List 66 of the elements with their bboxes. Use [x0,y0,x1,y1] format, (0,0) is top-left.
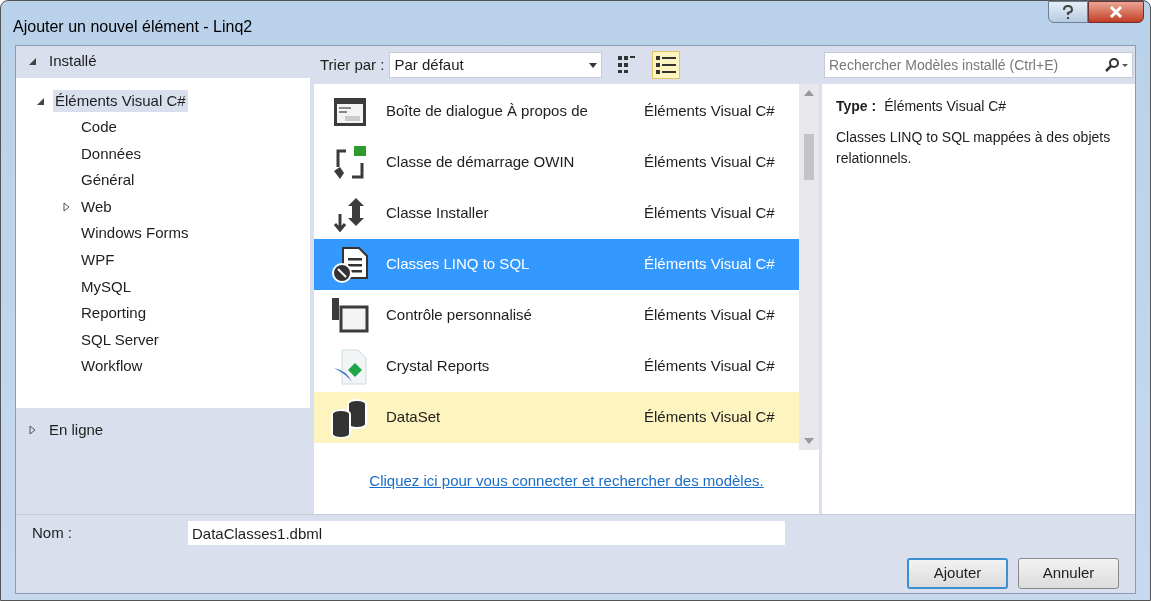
list-view-button[interactable] [652,51,681,79]
control-icon [331,296,369,335]
tree-item[interactable]: Éléments Visual C# [53,89,188,113]
expand-arrow-icon[interactable] [28,425,37,435]
dialog-button[interactable]: Annuler [1018,558,1119,589]
expand-arrow-icon[interactable] [36,96,45,106]
tree-item[interactable]: SQL Server [79,328,161,352]
template-row[interactable]: Boîte de dialogue À propos de Éléments Visual C# [314,86,799,137]
database-icon [330,397,370,438]
scrollbar[interactable] [799,84,819,450]
template-name: Contrôle personnalisé [386,305,533,326]
dialog-window-icon [333,96,367,127]
template-category: Éléments Visual C# [644,254,775,275]
tree-item[interactable]: WPF [79,249,117,272]
template-category: Éléments Visual C# [644,407,775,428]
template-row[interactable]: Classe de démarrage OWIN Éléments Visual C# [314,137,799,188]
report-icon [332,347,368,386]
template-name: Boîte de dialogue À propos de [386,101,589,122]
expand-arrow-icon[interactable] [28,57,37,66]
document-link-icon [331,245,369,284]
search-icon [1104,58,1128,72]
tree-item[interactable]: Workflow [79,355,145,378]
dropdown-arrow-icon [589,62,598,68]
tree-header[interactable]: Installé [16,46,310,78]
template-category: Éléments Visual C# [644,152,775,173]
help-icon [1062,4,1074,20]
list-icon [656,56,677,74]
tree-item[interactable]: Reporting [79,302,149,325]
tree-item[interactable]: Données [79,142,144,166]
close-button[interactable] [1088,1,1144,23]
template-name: Crystal Reports [386,356,491,377]
startup-class-icon [332,144,368,181]
template-row[interactable]: Contrôle personnalisé Éléments Visual C# [314,290,799,341]
tree-item[interactable]: MySQL [79,275,133,299]
template-category: Éléments Visual C# [644,356,775,377]
tree-item[interactable]: Windows Forms [79,222,191,245]
close-icon [1109,6,1123,18]
tree-item[interactable]: Web [79,195,114,219]
search-field[interactable]: Rechercher Modèles installé (Ctrl+E) [824,52,1133,78]
sort-label: Trier par : [320,54,385,75]
template-category: Éléments Visual C# [644,101,775,122]
type-value: Éléments Visual C# [884,97,1007,116]
tree-header[interactable]: En ligne [16,414,310,446]
template-row[interactable]: DataSet Éléments Visual C# [314,392,799,443]
template-category: Éléments Visual C# [644,203,775,224]
dialog-button[interactable]: Ajouter [907,558,1008,589]
tiles-icon [618,56,637,74]
type-label: Type : [836,97,877,116]
tree-item[interactable]: Général [79,169,137,192]
template-name: DataSet [386,407,442,428]
expand-arrow-icon[interactable] [62,202,71,213]
template-row[interactable]: Classe Installer Éléments Visual C# [314,188,799,239]
online-link[interactable]: Cliquez ici pour vous connecter et rechercher des modèles. [369,470,764,493]
template-row[interactable]: Crystal Reports Éléments Visual C# [314,341,799,392]
template-name: Classe de démarrage OWIN [386,152,576,173]
help-button[interactable] [1048,1,1088,23]
name-label: Nom : [32,522,73,543]
template-name: Classes LINQ to SQL [386,254,531,275]
sort-dropdown[interactable]: Par défaut [389,52,603,78]
tree-item[interactable]: Code [79,116,119,139]
template-description: Classes LINQ to SQL mappées à des objets relationnels. [836,128,1112,168]
template-name: Classe Installer [386,203,490,224]
template-category: Éléments Visual C# [644,305,775,326]
window-title: Ajouter un nouvel élément - Linq2 [13,17,253,37]
name-field[interactable]: DataClasses1.dbml [188,521,785,545]
scroll-thumb[interactable] [804,134,814,180]
